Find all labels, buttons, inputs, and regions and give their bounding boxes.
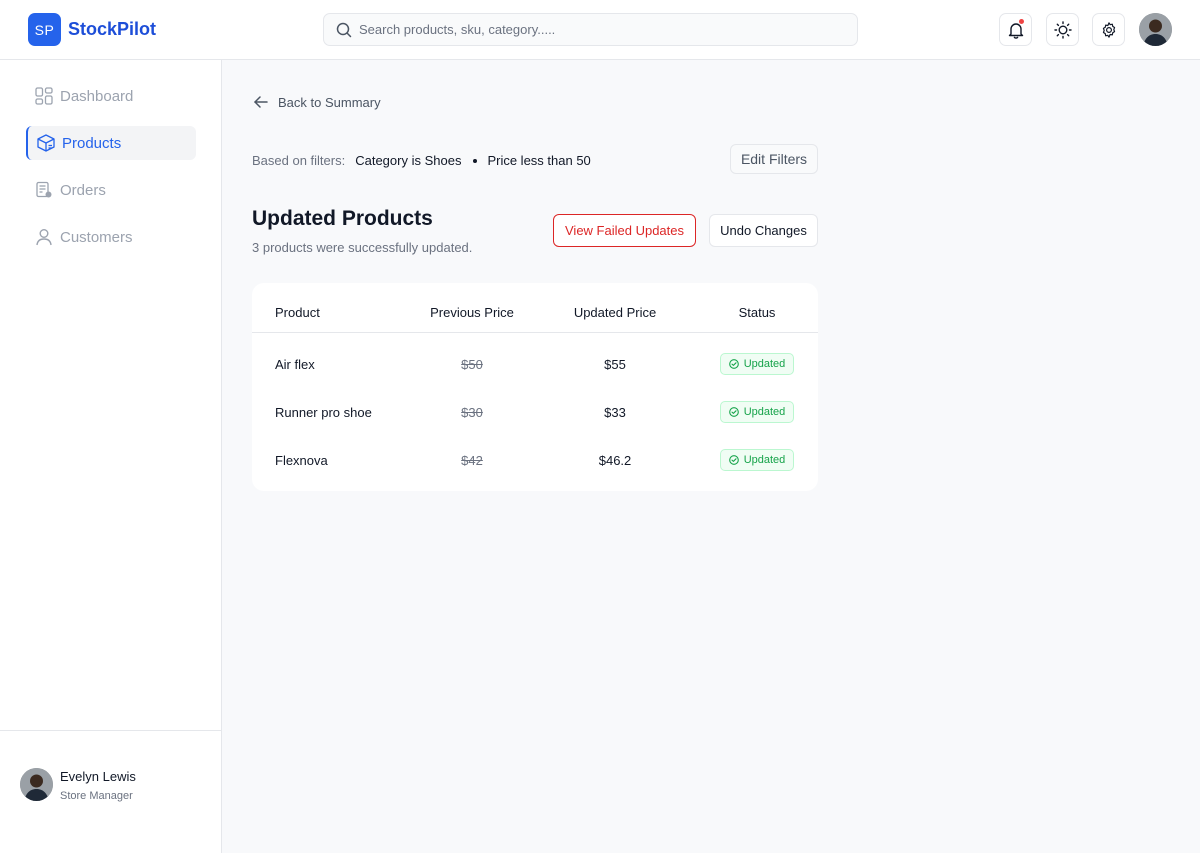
arrow-left-icon — [254, 96, 268, 108]
sidebar-divider — [0, 730, 221, 731]
status-badge: Updated — [719, 401, 795, 423]
table-header: Product Previous Price Updated Price Sta… — [252, 283, 818, 333]
page-subtitle: 3 products were successfully updated. — [252, 240, 473, 255]
filter-category: Category is Shoes — [355, 153, 462, 168]
view-failed-updates-button[interactable]: View Failed Updates — [553, 214, 696, 247]
undo-changes-button[interactable]: Undo Changes — [709, 214, 818, 247]
sidebar-item-label: Customers — [60, 228, 133, 246]
check-circle-icon — [728, 359, 739, 369]
column-header-product: Product — [275, 305, 320, 320]
product-name: Air flex — [275, 356, 315, 372]
search-icon — [336, 22, 352, 38]
updated-products-table: Product Previous Price Updated Price Sta… — [252, 283, 818, 491]
table-row[interactable]: Flexnova $42 $46.2 Updated — [252, 436, 818, 484]
notification-dot — [1019, 19, 1024, 24]
sidebar-item-customers[interactable]: Customers — [26, 220, 196, 254]
search-input[interactable] — [359, 14, 839, 45]
status-badge: Updated — [719, 353, 795, 375]
sidebar-item-label: Orders — [60, 181, 106, 199]
table-row[interactable]: Runner pro shoe $30 $33 Updated — [252, 388, 818, 436]
status-badge: Updated — [719, 449, 795, 471]
user-avatar[interactable] — [20, 768, 53, 801]
orders-icon — [34, 180, 54, 200]
gear-icon — [1102, 21, 1115, 38]
notifications-button[interactable] — [999, 13, 1032, 46]
page-title: Updated Products — [252, 207, 433, 230]
filter-price: Price less than 50 — [487, 153, 591, 168]
sidebar-item-label: Dashboard — [60, 87, 134, 105]
sidebar-item-orders[interactable]: Orders — [26, 173, 196, 207]
back-label: Back to Summary — [278, 94, 381, 110]
check-circle-icon — [728, 407, 739, 417]
sun-icon — [1053, 20, 1072, 39]
top-header: SP StockPilot — [0, 0, 1200, 60]
user-role: Store Manager — [60, 790, 133, 802]
sidebar-item-label: Products — [62, 134, 122, 152]
logo-badge[interactable]: SP — [28, 13, 61, 46]
edit-filters-button[interactable]: Edit Filters — [730, 144, 818, 174]
header-avatar[interactable] — [1139, 13, 1172, 46]
search-bar[interactable] — [323, 13, 858, 46]
box-icon — [36, 133, 56, 153]
dashboard-icon — [34, 86, 54, 106]
filter-separator — [473, 158, 478, 163]
theme-toggle-button[interactable] — [1046, 13, 1079, 46]
user-name: Evelyn Lewis — [60, 769, 136, 784]
app-name[interactable]: StockPilot — [68, 19, 156, 40]
back-to-summary-link[interactable]: Back to Summary — [253, 94, 381, 110]
sidebar: Dashboard Products Orders Customers Evel… — [0, 60, 222, 853]
filters-row: Based on filters: Category is Shoes Pric… — [252, 153, 591, 168]
user-icon — [34, 227, 54, 247]
check-circle-icon — [728, 455, 739, 465]
sidebar-item-dashboard[interactable]: Dashboard — [26, 79, 196, 113]
sidebar-item-products[interactable]: Products — [26, 126, 196, 160]
filters-label: Based on filters: — [252, 153, 346, 168]
settings-button[interactable] — [1092, 13, 1125, 46]
table-row[interactable]: Air flex $50 $55 Updated — [252, 340, 818, 388]
product-name: Flexnova — [275, 452, 328, 468]
product-name: Runner pro shoe — [275, 404, 372, 420]
